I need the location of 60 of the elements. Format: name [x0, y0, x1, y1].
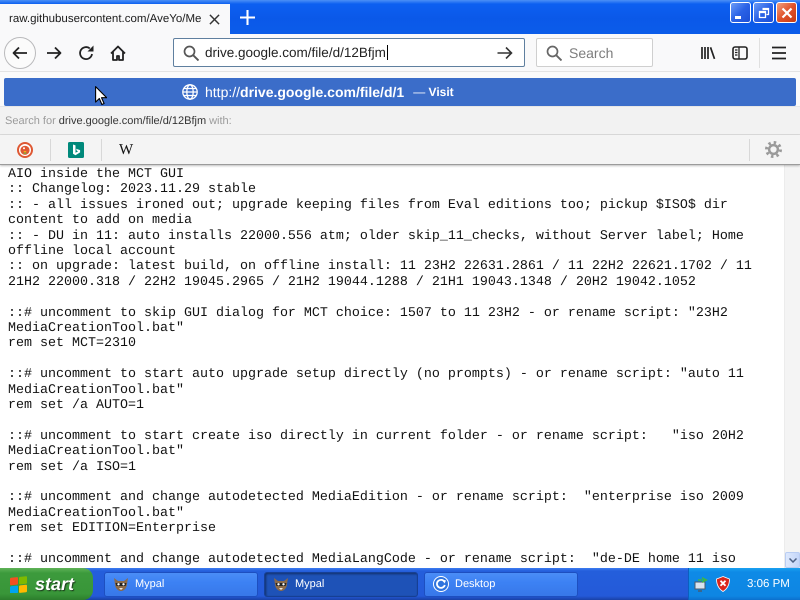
taskbar-button[interactable]: Mypal — [264, 572, 418, 596]
home-icon[interactable] — [110, 44, 126, 60]
mouse-pointer-icon — [95, 86, 107, 105]
script-line: ::# uncomment to start auto upgrade setup directly (no prompts) - or rename script: "auto 11 MediaCreationTool.bat" — [8, 367, 745, 398]
script-line: rem set /a AUTO=1 — [8, 398, 145, 414]
taskbar-button[interactable]: Desktop — [424, 572, 578, 596]
animal-face-icon — [113, 576, 129, 592]
go-arrow-icon[interactable] — [496, 44, 514, 60]
minimize-button[interactable] — [730, 2, 751, 23]
animal-face-icon — [273, 576, 289, 592]
start-button[interactable]: start — [0, 568, 93, 600]
script-line: ::# uncomment and change autodetected MediaLangCode - or rename script: "de-DE home 11 iso — [8, 552, 737, 568]
script-line: :: on upgrade: latest build, on offline install: 11 23H2 22631.2861 / 11 22H2 22621.1702 / 11 21H2 22000.318 / 22H2 19045.2965 / 21H2 19044.1288 / 21H1 19043.1348 / 20H2 19042.1052 — [8, 259, 753, 290]
monitor-arrow-icon[interactable] — [694, 576, 710, 592]
browser-tab[interactable]: raw.githubusercontent.com/AveYo/Me — [0, 4, 230, 34]
close-icon — [780, 6, 792, 18]
round-logo-icon[interactable] — [17, 142, 33, 158]
script-line: :: Changelog: 2023.11.29 stable — [8, 182, 257, 198]
search-icon — [546, 44, 562, 60]
back-arrow-icon — [12, 44, 28, 60]
script-line: ::# uncomment to skip GUI dialog for MCT choice: 1507 to 11 23H2 - or rename script: "23H2 MediaCreationTool.bat" — [8, 306, 729, 336]
close-button[interactable] — [776, 2, 797, 23]
restore-button[interactable] — [753, 2, 774, 23]
script-line: :: - all issues ironed out; upgrade keeping files from Eval editions too; pickup $ISO$ dir content to add on media — [8, 198, 729, 229]
script-line: AIO inside the MCT GUI — [8, 167, 185, 182]
settings-icon[interactable] — [765, 141, 782, 158]
script-line: rem set EDITION=Enterprise — [8, 521, 217, 537]
shield-icon[interactable] — [715, 576, 731, 592]
forward-arrow-icon[interactable] — [46, 44, 62, 60]
down-caret-icon — [788, 558, 796, 562]
menu-icon[interactable] — [771, 44, 787, 60]
visit-label: — Visit — [413, 85, 454, 99]
script-line: ::# uncomment and change autodetected MediaEdition - or rename script: "enterprise iso 2009 MediaCreationTool.bat" — [8, 490, 745, 521]
script-line: rem set /a ISO=1 — [8, 460, 137, 476]
search-with-label: Search for drive.google.com/file/d/12Bfjm with: — [0, 106, 800, 135]
suggestion-url: http://drive.google.com/file/d/1 — [205, 84, 404, 100]
new-tab-icon[interactable] — [240, 10, 256, 24]
minimize-icon — [735, 16, 741, 18]
address-field[interactable]: drive.google.com/file/d/12Bfjm — [173, 38, 525, 67]
library-icon[interactable] — [700, 44, 716, 60]
engine-letter-button[interactable]: W — [119, 142, 134, 158]
suggestion-row[interactable]: http://drive.google.com/file/d/1 — Visit — [4, 78, 796, 106]
script-line: :: - DU in 11: auto installs 22000.556 atm; older skip_11_checks, without Server label; Home offline local account — [8, 228, 745, 260]
globe-icon — [182, 84, 198, 100]
scrollbar[interactable] — [784, 165, 800, 568]
search-field[interactable]: Search — [536, 38, 653, 67]
circle-arrow-icon — [433, 576, 449, 592]
sidebar-icon[interactable] — [732, 44, 748, 60]
flag-icon — [9, 575, 29, 593]
scroll-down-button[interactable] — [785, 552, 800, 568]
reload-icon[interactable] — [78, 44, 94, 60]
taskbar-button[interactable]: Mypal — [104, 572, 258, 596]
script-line: rem set MCT=2310 — [8, 336, 137, 352]
close-icon[interactable] — [209, 14, 220, 24]
search-icon — [183, 44, 199, 60]
back-button[interactable] — [4, 36, 36, 68]
tile-logo-icon[interactable] — [68, 142, 84, 158]
clock-time: 3:06 PM — [747, 578, 790, 590]
script-line: ::# uncomment to start create iso directly in current folder - or rename script: "iso 20H2 MediaCreationTool.bat" — [8, 428, 745, 460]
restore-icon — [758, 6, 770, 18]
